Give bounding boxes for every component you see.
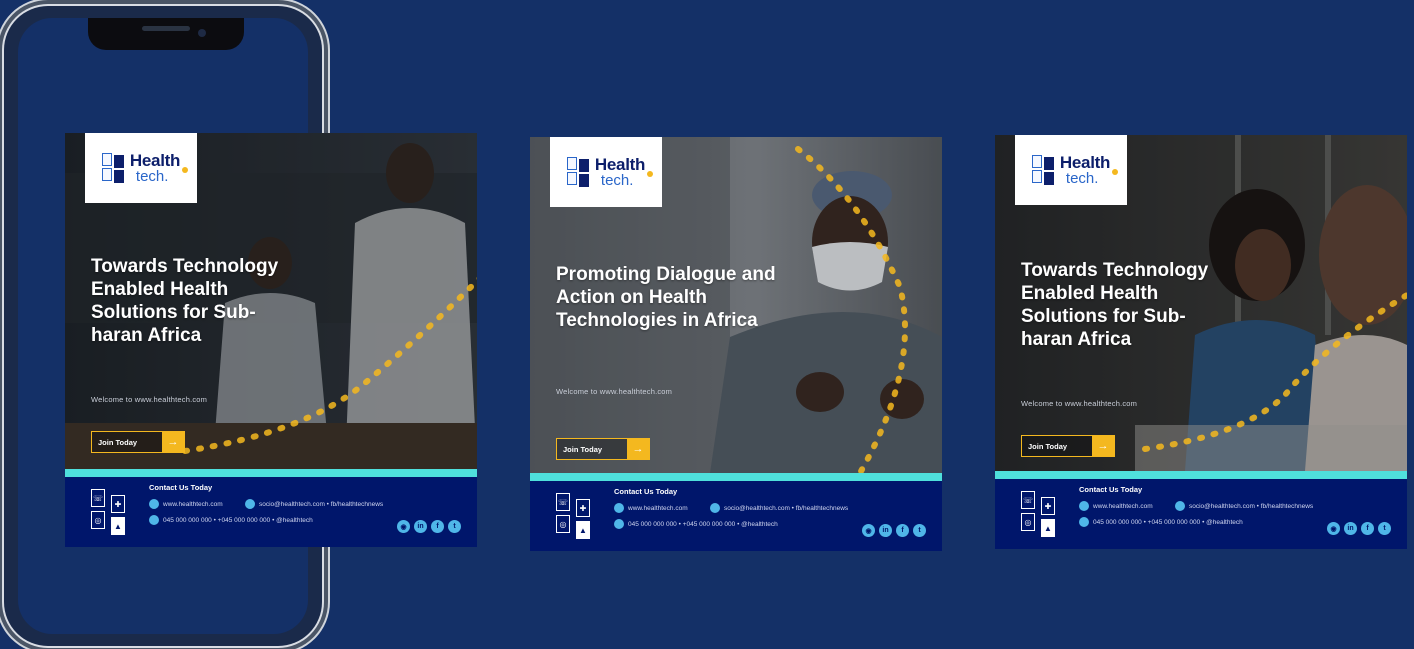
logo-text-health: Health: [129, 151, 181, 170]
contact-phone-text: 045 000 000 000 • +045 000 000 000 • @he…: [163, 516, 313, 524]
twitter-icon[interactable]: t: [448, 520, 461, 533]
contact-row-phone: 045 000 000 000 • +045 000 000 000 • @he…: [614, 519, 778, 529]
linkedin-icon[interactable]: in: [414, 520, 427, 533]
logo-mark-icon: [566, 157, 591, 187]
phone-icon: ☏: [556, 493, 570, 511]
contact-title: Contact Us Today: [614, 487, 678, 496]
instagram-icon[interactable]: ◉: [1327, 522, 1340, 535]
logo-text-tech: tech.: [1066, 169, 1119, 186]
facebook-icon[interactable]: f: [431, 520, 444, 533]
contact-row-phone: 045 000 000 000 • +045 000 000 000 • @he…: [1079, 517, 1243, 527]
contact-title: Contact Us Today: [149, 483, 213, 492]
logo-text-tech: tech.: [601, 171, 654, 188]
phone-icon: ☏: [1021, 491, 1035, 509]
globe-icon: ◎: [91, 511, 105, 529]
linkedin-icon[interactable]: in: [1344, 522, 1357, 535]
join-today-label: Join Today: [98, 437, 138, 447]
twitter-icon[interactable]: t: [1378, 522, 1391, 535]
web-icon: [149, 499, 159, 509]
call-icon: [614, 519, 624, 529]
join-today-button[interactable]: Join Today →: [556, 438, 650, 460]
africa-map-icon: ▲: [111, 517, 125, 535]
contact-row-email: socio@healthtech.com • fb/healthtechnews: [710, 503, 848, 513]
contact-title: Contact Us Today: [1079, 485, 1143, 494]
website-line: Welcome to www.healthtech.com: [1021, 399, 1138, 408]
healthtech-logo: Health tech.: [1015, 135, 1127, 205]
call-icon: [149, 515, 159, 525]
call-icon: [1079, 517, 1089, 527]
social-icons: ◉ in f t: [397, 520, 461, 533]
social-icons: ◉ in f t: [862, 524, 926, 537]
post-footer: ☏ ✚ ◎ ▲ Contact Us Today www.healthtech.…: [65, 477, 477, 547]
join-today-button[interactable]: Join Today →: [91, 431, 185, 453]
email-icon: [710, 503, 720, 513]
contact-website-text: www.healthtech.com: [1093, 502, 1153, 510]
social-post-2: Health tech. Promoting Dialogue and Acti…: [530, 137, 942, 551]
join-today-label: Join Today: [1028, 441, 1068, 451]
cyan-stripe: [995, 471, 1407, 479]
contact-phone-text: 045 000 000 000 • +045 000 000 000 • @he…: [628, 520, 778, 528]
cyan-stripe: [530, 473, 942, 481]
globe-icon: ◎: [1021, 513, 1035, 531]
contact-email-text: socio@healthtech.com • fb/healthtechnews: [1189, 502, 1314, 510]
cyan-stripe: [65, 469, 477, 477]
email-icon: [245, 499, 255, 509]
phone-icon: ☏: [91, 489, 105, 507]
facebook-icon[interactable]: f: [896, 524, 909, 537]
email-icon: [1175, 501, 1185, 511]
twitter-icon[interactable]: t: [913, 524, 926, 537]
website-line: Welcome to www.healthtech.com: [91, 395, 208, 404]
post-headline: Towards Technology Enabled Health Soluti…: [1021, 260, 1209, 350]
contact-website-text: www.healthtech.com: [163, 500, 223, 508]
contact-icons-group: ☏ ✚ ◎ ▲: [1021, 491, 1061, 537]
phone-speaker: [142, 26, 190, 31]
arrow-right-icon: →: [162, 432, 184, 452]
contact-email-text: socio@healthtech.com • fb/healthtechnews: [259, 500, 384, 508]
healthtech-logo: Health tech.: [550, 137, 662, 207]
logo-mark-icon: [101, 153, 126, 183]
africa-map-icon: ▲: [1041, 519, 1055, 537]
africa-map-icon: ▲: [576, 521, 590, 539]
web-icon: [1079, 501, 1089, 511]
contact-row-email: socio@healthtech.com • fb/healthtechnews: [245, 499, 383, 509]
facebook-icon[interactable]: f: [1361, 522, 1374, 535]
contact-row-website: www.healthtech.com: [1079, 501, 1153, 511]
instagram-icon[interactable]: ◉: [862, 524, 875, 537]
post-footer: ☏ ✚ ◎ ▲ Contact Us Today www.healthtech.…: [530, 481, 942, 551]
phone-notch: [88, 18, 244, 50]
logo-text-tech: tech.: [136, 167, 189, 184]
health-icon: ✚: [111, 495, 125, 513]
contact-row-phone: 045 000 000 000 • +045 000 000 000 • @he…: [149, 515, 313, 525]
website-line: Welcome to www.healthtech.com: [556, 387, 673, 396]
contact-row-website: www.healthtech.com: [149, 499, 223, 509]
social-icons: ◉ in f t: [1327, 522, 1391, 535]
contact-phone-text: 045 000 000 000 • +045 000 000 000 • @he…: [1093, 518, 1243, 526]
logo-text-health: Health: [1059, 153, 1111, 172]
contact-row-email: socio@healthtech.com • fb/healthtechnews: [1175, 501, 1313, 511]
globe-icon: ◎: [556, 515, 570, 533]
healthtech-logo: Health tech.: [85, 133, 197, 203]
contact-icons-group: ☏ ✚ ◎ ▲: [556, 493, 596, 539]
post-headline: Towards Technology Enabled Health Soluti…: [91, 256, 279, 346]
social-post-1: Health tech. Towards Technology Enabled …: [65, 133, 477, 547]
logo-mark-icon: [1031, 155, 1056, 185]
join-today-label: Join Today: [563, 444, 603, 454]
logo-text-health: Health: [594, 155, 646, 174]
contact-email-text: socio@healthtech.com • fb/healthtechnews: [724, 504, 849, 512]
health-icon: ✚: [1041, 497, 1055, 515]
post-footer: ☏ ✚ ◎ ▲ Contact Us Today www.healthtech.…: [995, 479, 1407, 549]
arrow-right-icon: →: [1092, 436, 1114, 456]
post-headline: Promoting Dialogue and Action on Health …: [556, 264, 776, 331]
health-icon: ✚: [576, 499, 590, 517]
instagram-icon[interactable]: ◉: [397, 520, 410, 533]
linkedin-icon[interactable]: in: [879, 524, 892, 537]
arrow-right-icon: →: [627, 439, 649, 459]
contact-row-website: www.healthtech.com: [614, 503, 688, 513]
join-today-button[interactable]: Join Today →: [1021, 435, 1115, 457]
web-icon: [614, 503, 624, 513]
social-post-3: Health tech. Towards Technology Enabled …: [995, 135, 1407, 549]
contact-icons-group: ☏ ✚ ◎ ▲: [91, 489, 131, 535]
contact-website-text: www.healthtech.com: [628, 504, 688, 512]
